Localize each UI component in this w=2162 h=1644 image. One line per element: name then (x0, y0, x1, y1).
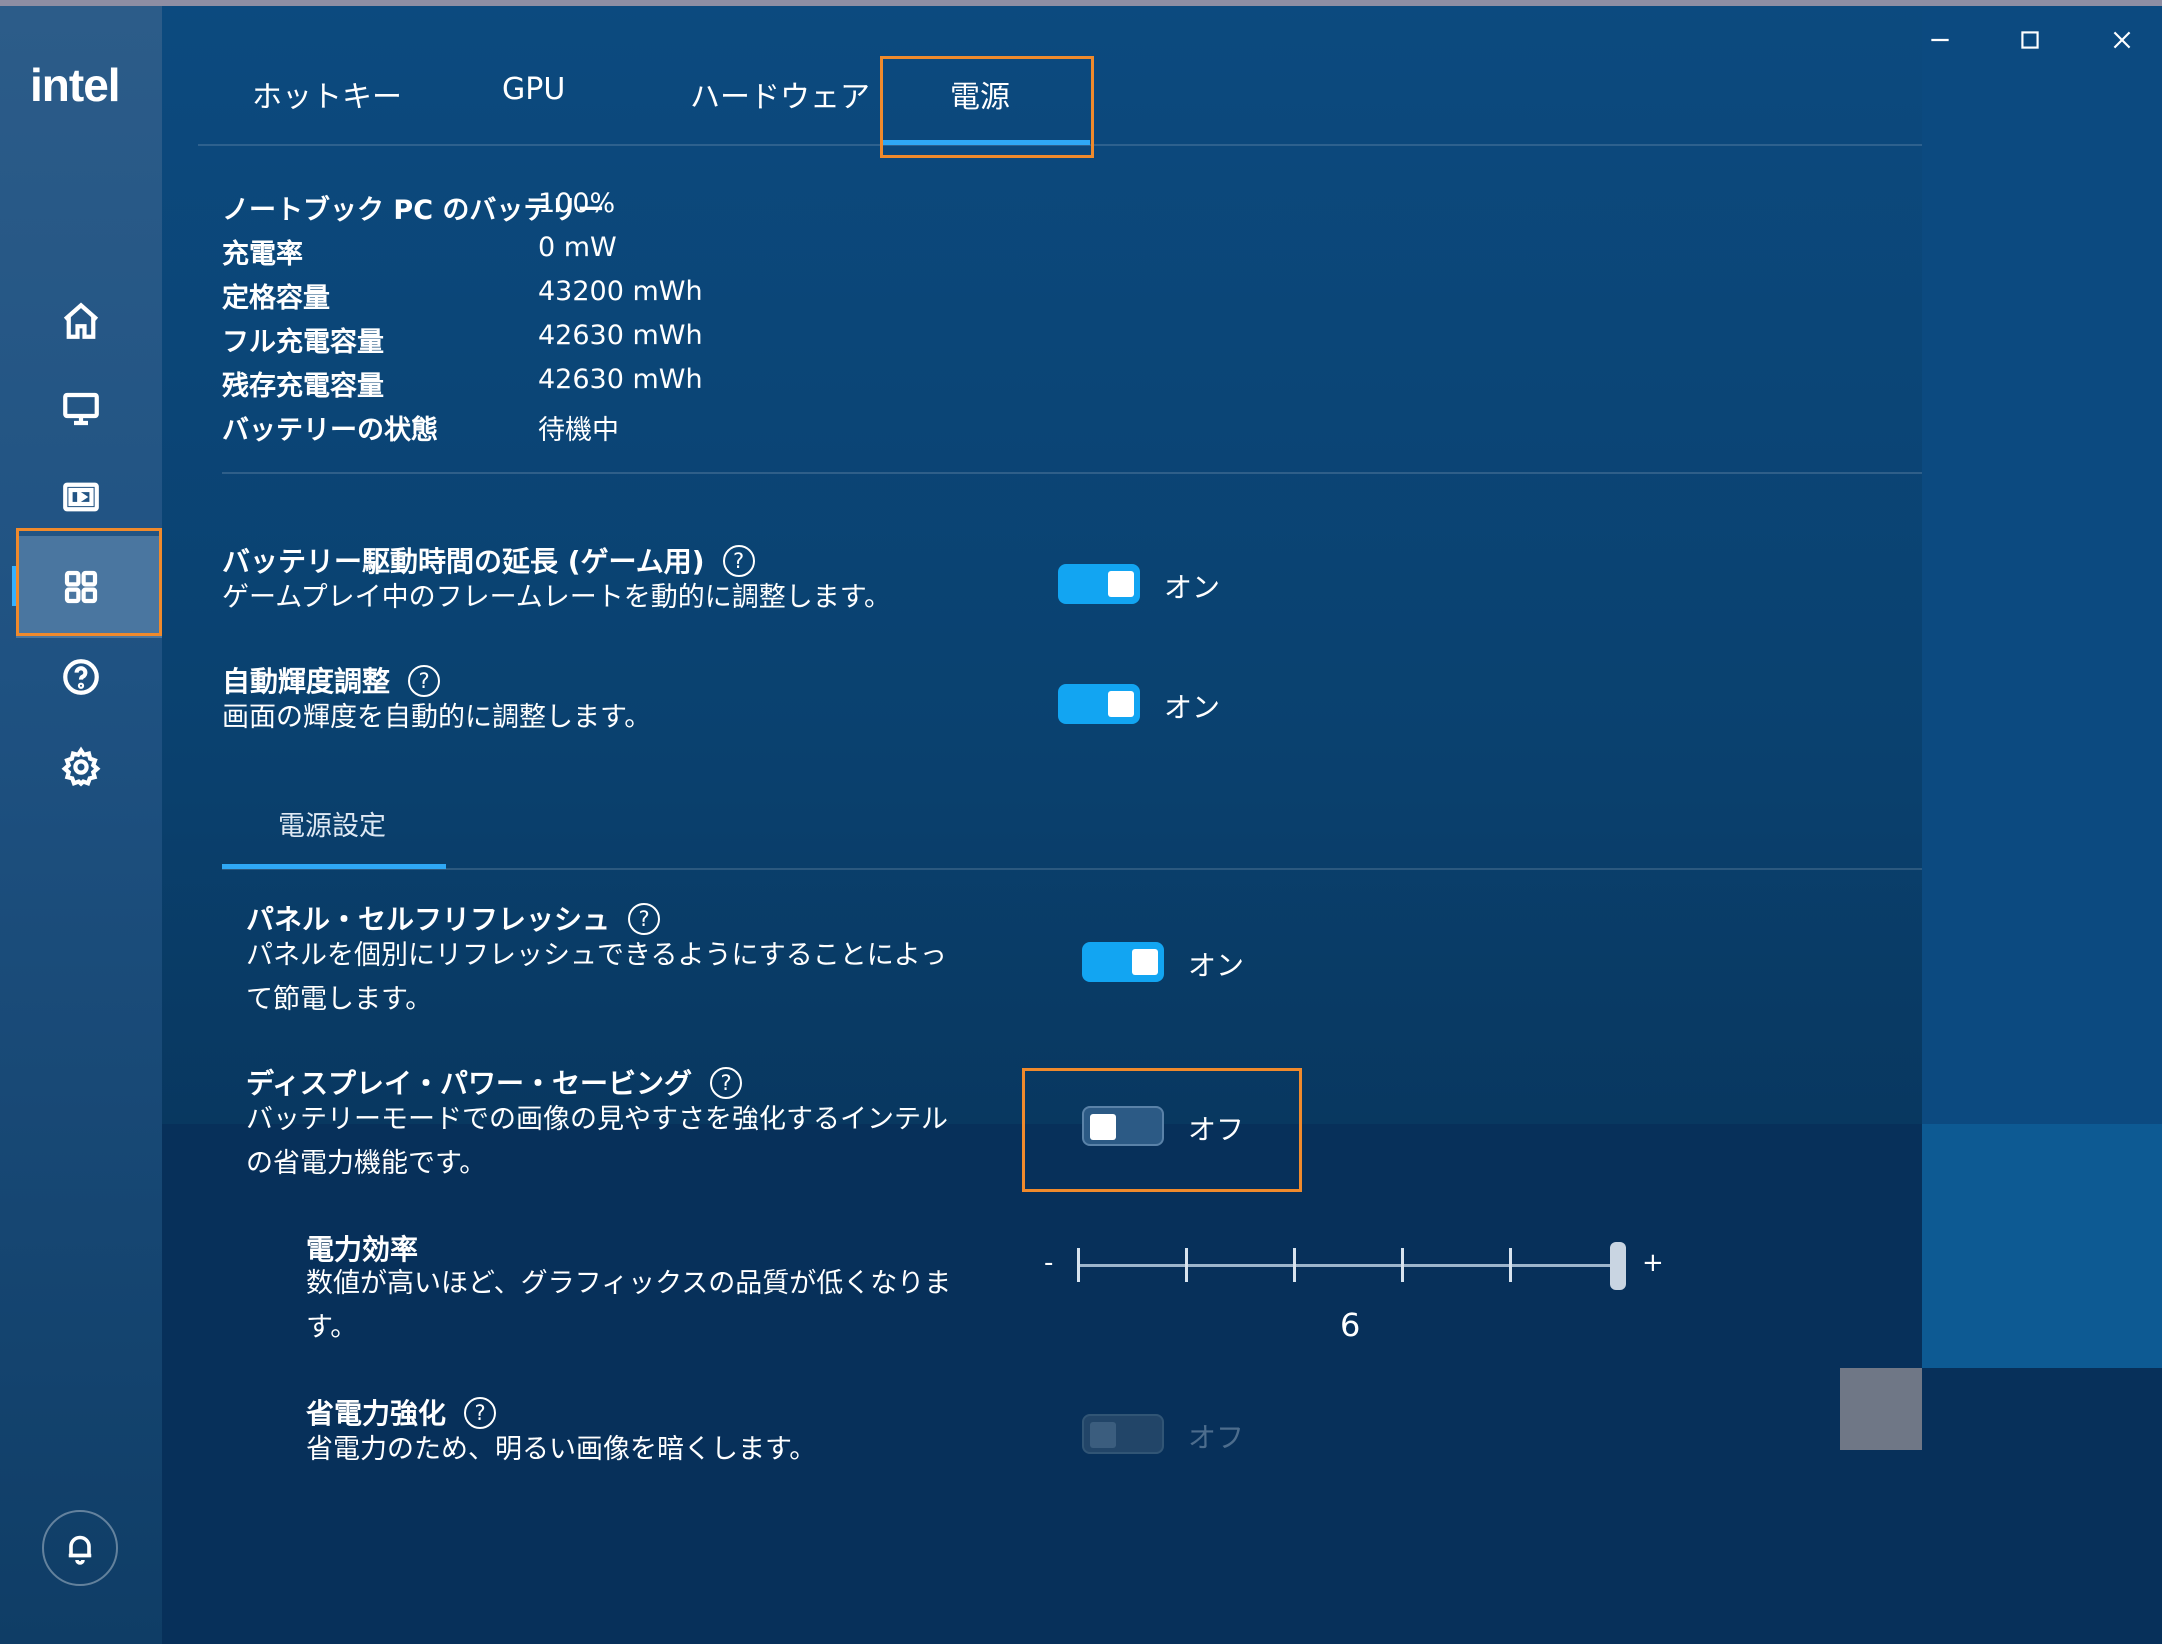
toggle-knob (1108, 691, 1134, 717)
window-top-border (0, 0, 2162, 6)
slider-tick (1509, 1248, 1512, 1282)
background-tile (1922, 1124, 2162, 1368)
subtab-power-settings[interactable]: 電源設定 (278, 804, 386, 843)
auto-brightness-toggle[interactable] (1058, 684, 1140, 724)
battery-extend-title-text: バッテリー駆動時間の延長 (ゲーム用) (222, 545, 705, 578)
enhanced-power-saving-title-text: 省電力強化 (306, 1397, 447, 1430)
display-power-saving-state: オフ (1188, 1113, 1245, 1146)
sidebar-active-indicator (12, 566, 17, 606)
panel-self-refresh-title: パネル・セルフリフレッシュ? (246, 898, 661, 938)
panel-self-refresh-title-text: パネル・セルフリフレッシュ (246, 903, 611, 936)
background-band (0, 1124, 2162, 1644)
panel-self-refresh-desc-2: て節電します。 (246, 984, 433, 1015)
media-icon (63, 482, 99, 512)
sidebar-item-system[interactable] (56, 562, 106, 612)
battery-value: 100% (538, 188, 616, 219)
power-efficiency-desc-2: す。 (306, 1312, 358, 1343)
bell-icon (68, 1535, 92, 1565)
display-power-saving-title: ディスプレイ・パワー・セービング? (246, 1062, 743, 1102)
active-tab-indicator (882, 140, 1090, 145)
battery-extend-toggle[interactable] (1058, 564, 1140, 604)
slider-tick (1401, 1248, 1404, 1282)
close-icon (2113, 31, 2131, 49)
sidebar-item-video[interactable] (56, 472, 106, 522)
apps-grid-icon (64, 570, 98, 604)
slider-value: 6 (1340, 1306, 1361, 1344)
minimize-icon (1931, 38, 1949, 42)
sidebar-item-display[interactable] (56, 384, 106, 434)
app-window: intel ホットキー GPU ハードウェア 電源 ノートブック PC のバッテ… (0, 0, 2162, 1644)
auto-brightness-title: 自動輝度調整? (222, 660, 441, 700)
tab-gpu[interactable]: GPU (502, 72, 565, 107)
background-panel (1922, 6, 2162, 1124)
slider-tick (1077, 1248, 1080, 1282)
battery-status-value: 待機中 (538, 415, 619, 446)
display-power-saving-toggle[interactable] (1082, 1106, 1164, 1146)
help-icon[interactable]: ? (464, 1397, 497, 1429)
auto-brightness-desc: 画面の輝度を自動的に調整します。 (222, 702, 652, 733)
toggle-knob (1090, 1422, 1116, 1448)
power-efficiency-desc-1: 数値が高いほど、グラフィックスの品質が低くなりま (306, 1268, 952, 1299)
remaining-capacity-label: 残存充電容量 (222, 371, 384, 402)
enhanced-power-saving-toggle[interactable] (1082, 1414, 1164, 1454)
notifications-button[interactable] (42, 1510, 118, 1586)
tab-power[interactable]: 電源 (950, 72, 1010, 116)
help-icon[interactable]: ? (722, 545, 755, 577)
background-gray-tile (1840, 1368, 1922, 1450)
remaining-capacity-value: 42630 mWh (538, 364, 703, 395)
tab-hotkeys[interactable]: ホットキー (252, 72, 402, 116)
tab-hardware[interactable]: ハードウェア (690, 72, 870, 116)
charge-rate-value: 0 mW (538, 232, 617, 263)
display-power-saving-title-text: ディスプレイ・パワー・セービング (246, 1067, 693, 1100)
enhanced-power-saving-title: 省電力強化? (306, 1392, 497, 1432)
design-capacity-label: 定格容量 (222, 283, 330, 314)
toggle-knob (1090, 1114, 1116, 1140)
auto-brightness-state: オン (1164, 691, 1221, 724)
sidebar-item-help[interactable] (56, 652, 106, 702)
full-charge-capacity-label: フル充電容量 (222, 327, 384, 358)
subtab-active-indicator (222, 864, 446, 869)
panel-self-refresh-desc-1: パネルを個別にリフレッシュできるようにすることによっ (246, 940, 947, 971)
intel-logo: intel (30, 59, 121, 111)
toggle-knob (1108, 571, 1134, 597)
slider-tick (1293, 1248, 1296, 1282)
panel-self-refresh-state: オン (1188, 949, 1245, 982)
panel-self-refresh-toggle[interactable] (1082, 942, 1164, 982)
section-divider (222, 472, 1922, 474)
maximize-button[interactable] (2000, 20, 2060, 60)
full-charge-capacity-value: 42630 mWh (538, 320, 703, 351)
design-capacity-value: 43200 mWh (538, 276, 703, 307)
slider-tick (1185, 1248, 1188, 1282)
enhanced-power-saving-desc: 省電力のため、明るい画像を暗くします。 (306, 1434, 817, 1465)
gear-icon (61, 746, 101, 787)
help-icon[interactable]: ? (628, 903, 661, 935)
maximize-icon (2021, 31, 2039, 49)
home-icon (63, 302, 99, 339)
sidebar: intel (0, 6, 162, 1644)
charge-rate-label: 充電率 (222, 239, 303, 270)
slider-increase-label: + (1642, 1248, 1664, 1278)
sidebar-item-home[interactable] (56, 296, 106, 346)
monitor-icon (63, 392, 99, 426)
close-button[interactable] (2092, 20, 2152, 60)
slider-decrease-label: - (1044, 1248, 1054, 1278)
slider-track[interactable] (1078, 1264, 1618, 1267)
auto-brightness-title-text: 自動輝度調整 (222, 665, 391, 698)
help-icon (63, 659, 99, 695)
battery-extend-title: バッテリー駆動時間の延長 (ゲーム用)? (222, 540, 755, 580)
battery-status-label: バッテリーの状態 (222, 415, 438, 446)
help-icon[interactable]: ? (408, 665, 441, 697)
battery-extend-desc: ゲームプレイ中のフレームレートを動的に調整します。 (222, 582, 892, 613)
minimize-button[interactable] (1910, 20, 1970, 60)
subtab-divider (222, 868, 1922, 870)
sidebar-item-settings[interactable] (56, 742, 106, 792)
display-power-saving-desc-1: バッテリーモードでの画像の見やすさを強化するインテル (246, 1104, 948, 1135)
toggle-knob (1132, 949, 1158, 975)
slider-thumb[interactable] (1610, 1242, 1626, 1290)
enhanced-power-saving-state: オフ (1188, 1421, 1245, 1454)
help-icon[interactable]: ? (710, 1067, 743, 1099)
battery-extend-state: オン (1164, 571, 1221, 604)
display-power-saving-desc-2: の省電力機能です。 (246, 1148, 487, 1179)
